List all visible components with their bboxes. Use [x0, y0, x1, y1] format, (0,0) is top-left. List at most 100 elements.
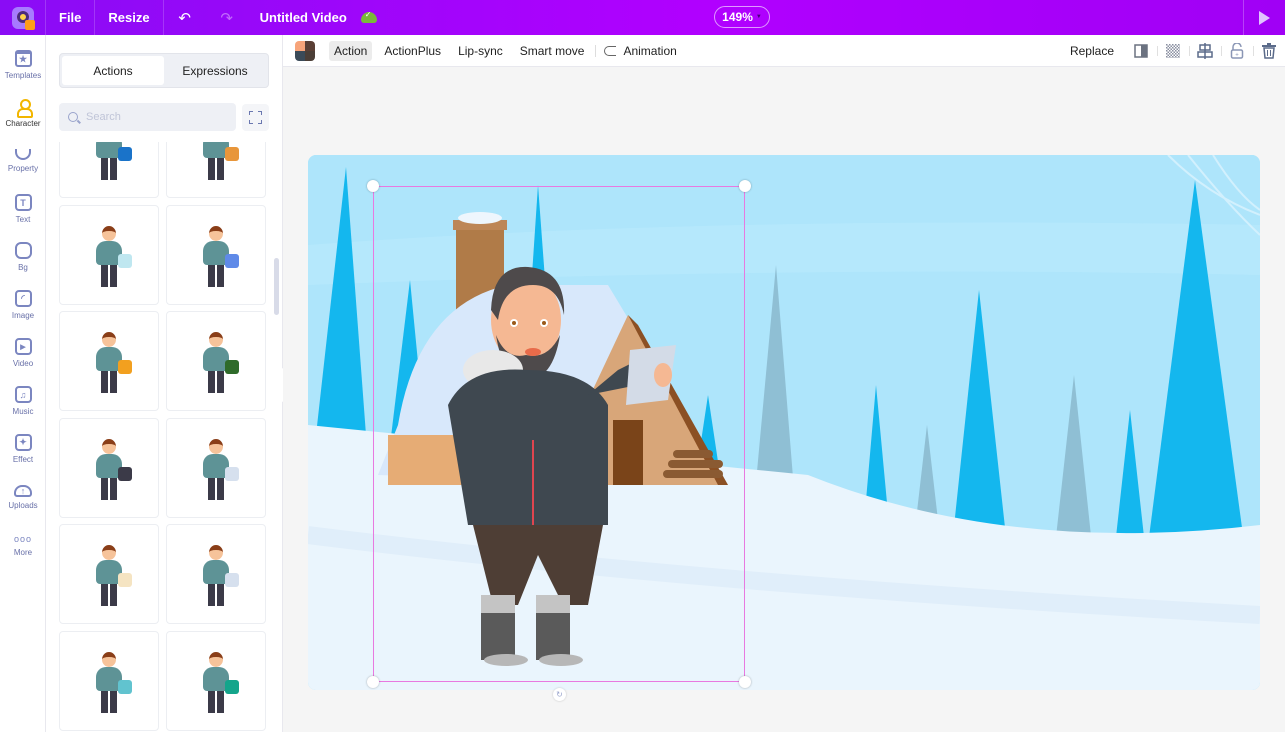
lip-sync-tool[interactable]: Lip-sync	[453, 41, 508, 61]
action-prop	[118, 466, 132, 481]
character-panel: Actions Expressions	[46, 35, 283, 732]
action-prop	[118, 679, 132, 694]
sidebar-item-character[interactable]: Character	[0, 89, 46, 137]
action-thumbnail-using-phone[interactable]	[166, 417, 266, 518]
action-thumbnail-throwing-trash[interactable]	[166, 204, 266, 305]
sidebar-item-property[interactable]: Property	[0, 137, 46, 185]
sidebar-item-label: Video	[12, 359, 34, 368]
action-prop	[225, 573, 239, 587]
video-title[interactable]: Untitled Video	[260, 10, 347, 25]
transparency-button[interactable]	[1157, 35, 1189, 67]
left-sidebar: ★ Templates Character Property T Text Bg…	[0, 35, 46, 732]
action-thumbnail-travel-with-suitcase-and-map[interactable]	[59, 142, 159, 198]
play-icon	[1259, 10, 1270, 25]
divider	[595, 44, 597, 57]
action-thumbnail-push-up[interactable]	[59, 417, 159, 518]
align-icon	[1197, 43, 1213, 59]
sidebar-item-video[interactable]: ▶ Video	[0, 329, 46, 377]
action-thumbnail-exercise-bike[interactable]	[166, 630, 266, 731]
search-input[interactable]	[86, 111, 226, 123]
action-thumbnail-holding-plant[interactable]	[166, 311, 266, 411]
swatch-color	[305, 50, 315, 61]
panel-scrollbar[interactable]	[274, 258, 279, 315]
resize-handle-top-left[interactable]	[367, 180, 379, 192]
action-thumbnail-brushing-teeth[interactable]	[59, 630, 159, 731]
animation-tool[interactable]: Animation	[618, 41, 681, 61]
sidebar-item-label: More	[13, 547, 33, 557]
sidebar-item-uploads[interactable]: ↑ Uploads	[0, 473, 46, 521]
action-thumbnail-washing-hands[interactable]	[59, 204, 159, 305]
replace-button[interactable]: Replace	[1065, 41, 1119, 61]
resize-handle-top-right[interactable]	[739, 180, 751, 192]
smart-move-tool[interactable]: Smart move	[515, 41, 590, 61]
zoom-level: 149%	[722, 10, 753, 24]
expand-button[interactable]	[242, 104, 269, 131]
lock-button[interactable]: +	[1221, 35, 1253, 67]
person-icon	[17, 98, 33, 118]
action-thumbnail-sledding[interactable]	[166, 142, 266, 198]
action-tool[interactable]: Action	[329, 40, 373, 61]
trash-icon	[1262, 43, 1276, 59]
cup-icon	[15, 149, 31, 160]
action-prop	[225, 360, 239, 374]
tab-actions[interactable]: Actions	[62, 56, 164, 85]
resize-handle-bottom-left[interactable]	[367, 676, 379, 688]
actions-grid	[59, 142, 269, 732]
sidebar-item-label: Templates	[4, 71, 42, 80]
panel-tabs: Actions Expressions	[59, 53, 269, 88]
sidebar-item-effect[interactable]: ✦ Effect	[0, 425, 46, 473]
preview-button[interactable]	[1243, 0, 1285, 35]
align-button[interactable]	[1189, 35, 1221, 67]
action-thumbnail-using-tablet[interactable]	[166, 524, 266, 624]
sidebar-item-label: Property	[7, 164, 39, 173]
undo-icon[interactable]: ↶	[164, 0, 206, 35]
sidebar-item-text[interactable]: T Text	[0, 185, 46, 233]
music-icon: ♫	[14, 386, 32, 403]
top-bar: File Resize ↶ ↷ Untitled Video 149%▼	[0, 0, 1285, 35]
action-prop	[118, 573, 132, 587]
sidebar-item-more[interactable]: ooo More	[0, 521, 46, 569]
search-icon	[68, 112, 78, 122]
clapperboard-icon: ★	[14, 50, 32, 67]
redo-icon[interactable]: ↷	[206, 0, 248, 35]
search-box	[59, 103, 236, 131]
app-logo[interactable]	[0, 0, 46, 35]
action-thumbnail-running-with-torch[interactable]	[59, 311, 159, 411]
character-toolbar: Action ActionPlus Lip-sync Smart move An…	[283, 35, 1285, 67]
action-prop	[118, 253, 132, 268]
action-thumbnail-holding-certificate[interactable]	[59, 524, 159, 624]
file-menu-button[interactable]: File	[46, 0, 96, 35]
more-icon: ooo	[13, 533, 33, 544]
rotate-icon: ↻	[556, 690, 563, 699]
cloud-check-icon	[360, 10, 377, 23]
sidebar-item-label: Character	[5, 118, 41, 128]
svg-text:+: +	[1235, 53, 1239, 59]
sparkle-icon: ✦	[14, 434, 32, 451]
flip-icon	[1134, 44, 1148, 58]
animation-icon	[604, 45, 617, 56]
cloud-upload-icon: ↑	[14, 484, 32, 497]
caret-down-icon: ▼	[755, 14, 762, 20]
video-icon: ▶	[14, 338, 32, 355]
unlock-icon: +	[1230, 43, 1244, 59]
color-swatch-button[interactable]	[295, 40, 315, 61]
swatch-color	[305, 40, 315, 51]
sidebar-item-bg[interactable]: Bg	[0, 233, 46, 281]
transparency-icon	[1166, 44, 1180, 58]
selection-box	[373, 186, 745, 682]
actionplus-tool[interactable]: ActionPlus	[379, 41, 446, 61]
tab-expressions[interactable]: Expressions	[164, 56, 266, 85]
rotate-handle[interactable]: ↻	[553, 688, 566, 701]
swatch-color	[295, 40, 305, 51]
delete-button[interactable]	[1253, 35, 1285, 67]
sidebar-item-music[interactable]: ♫ Music	[0, 377, 46, 425]
sidebar-item-image[interactable]: ◜ Image	[0, 281, 46, 329]
sidebar-item-label: Image	[11, 311, 35, 320]
fullscreen-icon	[249, 111, 262, 124]
flip-button[interactable]	[1125, 35, 1157, 67]
resize-button[interactable]: Resize	[95, 0, 164, 35]
layers-icon	[14, 242, 32, 259]
zoom-dropdown[interactable]: 149% ▼	[714, 6, 770, 28]
sidebar-item-templates[interactable]: ★ Templates	[0, 41, 46, 89]
resize-handle-bottom-right[interactable]	[739, 676, 751, 688]
